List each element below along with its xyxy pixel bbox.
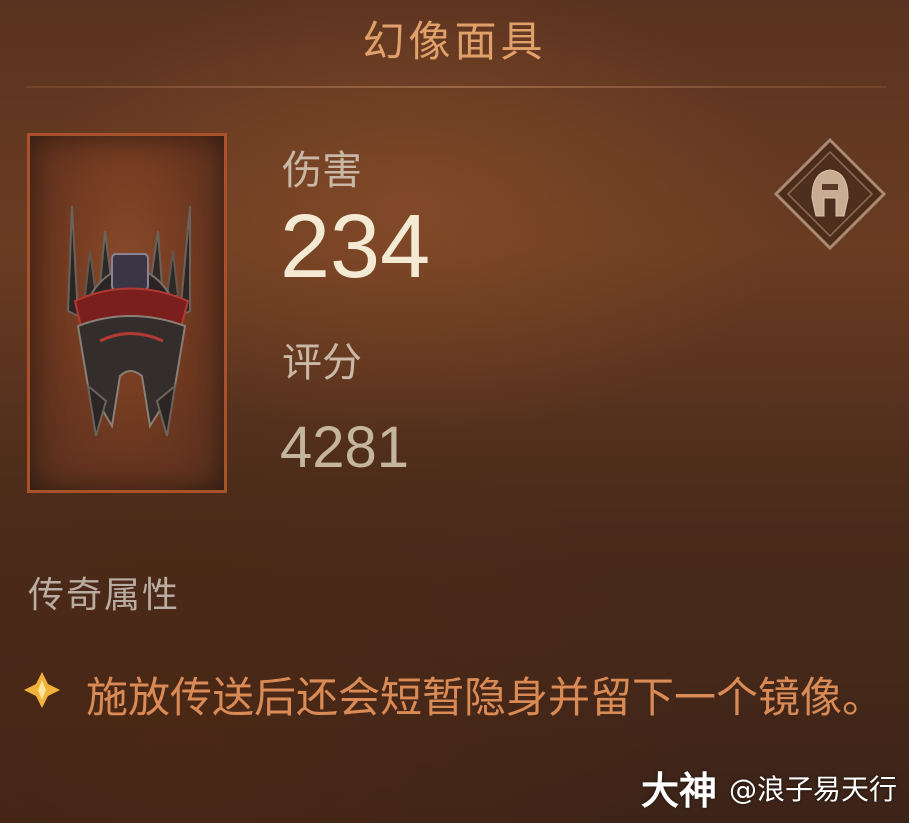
damage-value: 234 [280,197,431,297]
title-divider [27,86,887,88]
score-value: 4281 [280,415,410,480]
score-label: 评分 [282,340,362,386]
item-portrait-frame [27,133,227,493]
damage-label: 伤害 [282,148,362,194]
legendary-affix-text: 施放传送后还会短暂隐身并留下一个镜像。 [86,673,885,722]
helmet-mask-icon [66,205,191,437]
watermark-user: @浪子易天行 [728,772,897,806]
watermark-brand: 大神 [640,769,717,813]
spartan-helmet-icon [773,137,887,251]
legendary-section-title: 传奇属性 [28,575,181,616]
legendary-diamond-icon [24,672,60,708]
item-title: 幻像面具 [362,17,547,66]
watermark: 大神 @浪子易天行 [641,760,897,815]
